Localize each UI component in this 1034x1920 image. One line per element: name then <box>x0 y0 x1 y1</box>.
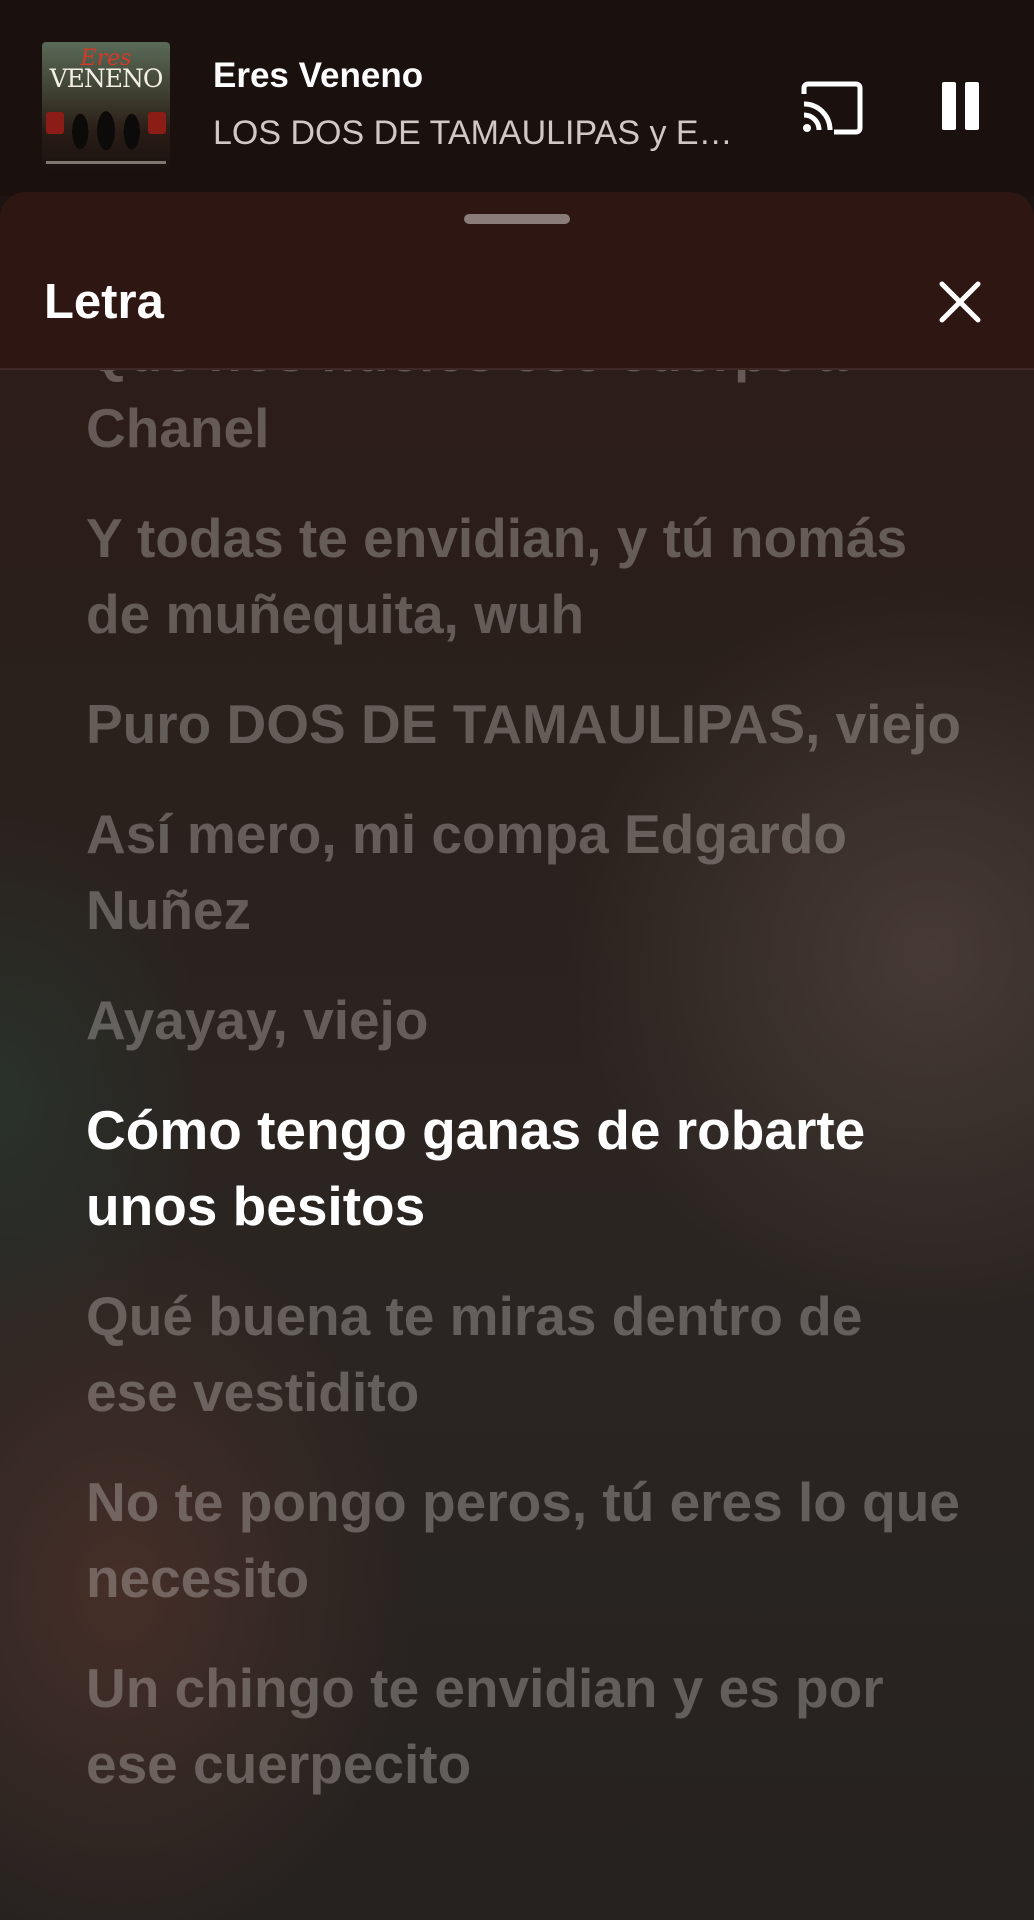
lyrics-header: Letra <box>0 192 1034 370</box>
track-title[interactable]: Eres Veneno <box>213 56 423 96</box>
mini-player[interactable]: Eres VENENO Eres Veneno LOS DOS DE TAMAU… <box>0 0 1034 196</box>
lyric-line[interactable]: Y todas te envidian, y tú nomás de muñeq… <box>86 500 966 652</box>
close-icon <box>939 281 981 323</box>
lyric-line[interactable]: Así mero, mi compa Edgardo Nuñez <box>86 796 966 948</box>
lyric-line[interactable]: Qué buena te miras dentro de ese vestidi… <box>86 1278 966 1430</box>
lyric-line[interactable]: Un chingo te envidian y es por ese cuerp… <box>86 1650 966 1802</box>
lyrics-title: Letra <box>44 275 164 329</box>
lyrics-sheet: Letra Que nos hueles ese cuerpo a Chanel… <box>0 192 1034 1920</box>
cast-button[interactable] <box>800 80 864 136</box>
lyric-line-active[interactable]: Cómo tengo ganas de robarte unos besitos <box>86 1092 966 1244</box>
close-button[interactable] <box>936 278 984 326</box>
track-artist[interactable]: LOS DOS DE TAMAULIPAS y Edgardo Nuñez <box>213 114 733 153</box>
cast-icon <box>801 81 863 135</box>
album-art[interactable]: Eres VENENO <box>42 42 170 170</box>
pause-icon-bar <box>965 82 979 130</box>
lyric-line[interactable]: Ayayay, viejo <box>86 982 966 1058</box>
album-art-title: VENENO <box>49 64 164 93</box>
pause-icon-bar <box>942 82 956 130</box>
album-art-credit <box>46 161 166 164</box>
album-art-figures <box>60 104 152 150</box>
drag-handle[interactable] <box>464 214 570 224</box>
lyrics-list[interactable]: Que nos hueles ese cuerpo a Chanel Y tod… <box>86 321 966 1836</box>
lyric-line[interactable]: Puro DOS DE TAMAULIPAS, viejo <box>86 686 966 762</box>
pause-button[interactable] <box>938 80 982 132</box>
lyric-line[interactable]: No te pongo peros, tú eres lo que necesi… <box>86 1464 966 1616</box>
